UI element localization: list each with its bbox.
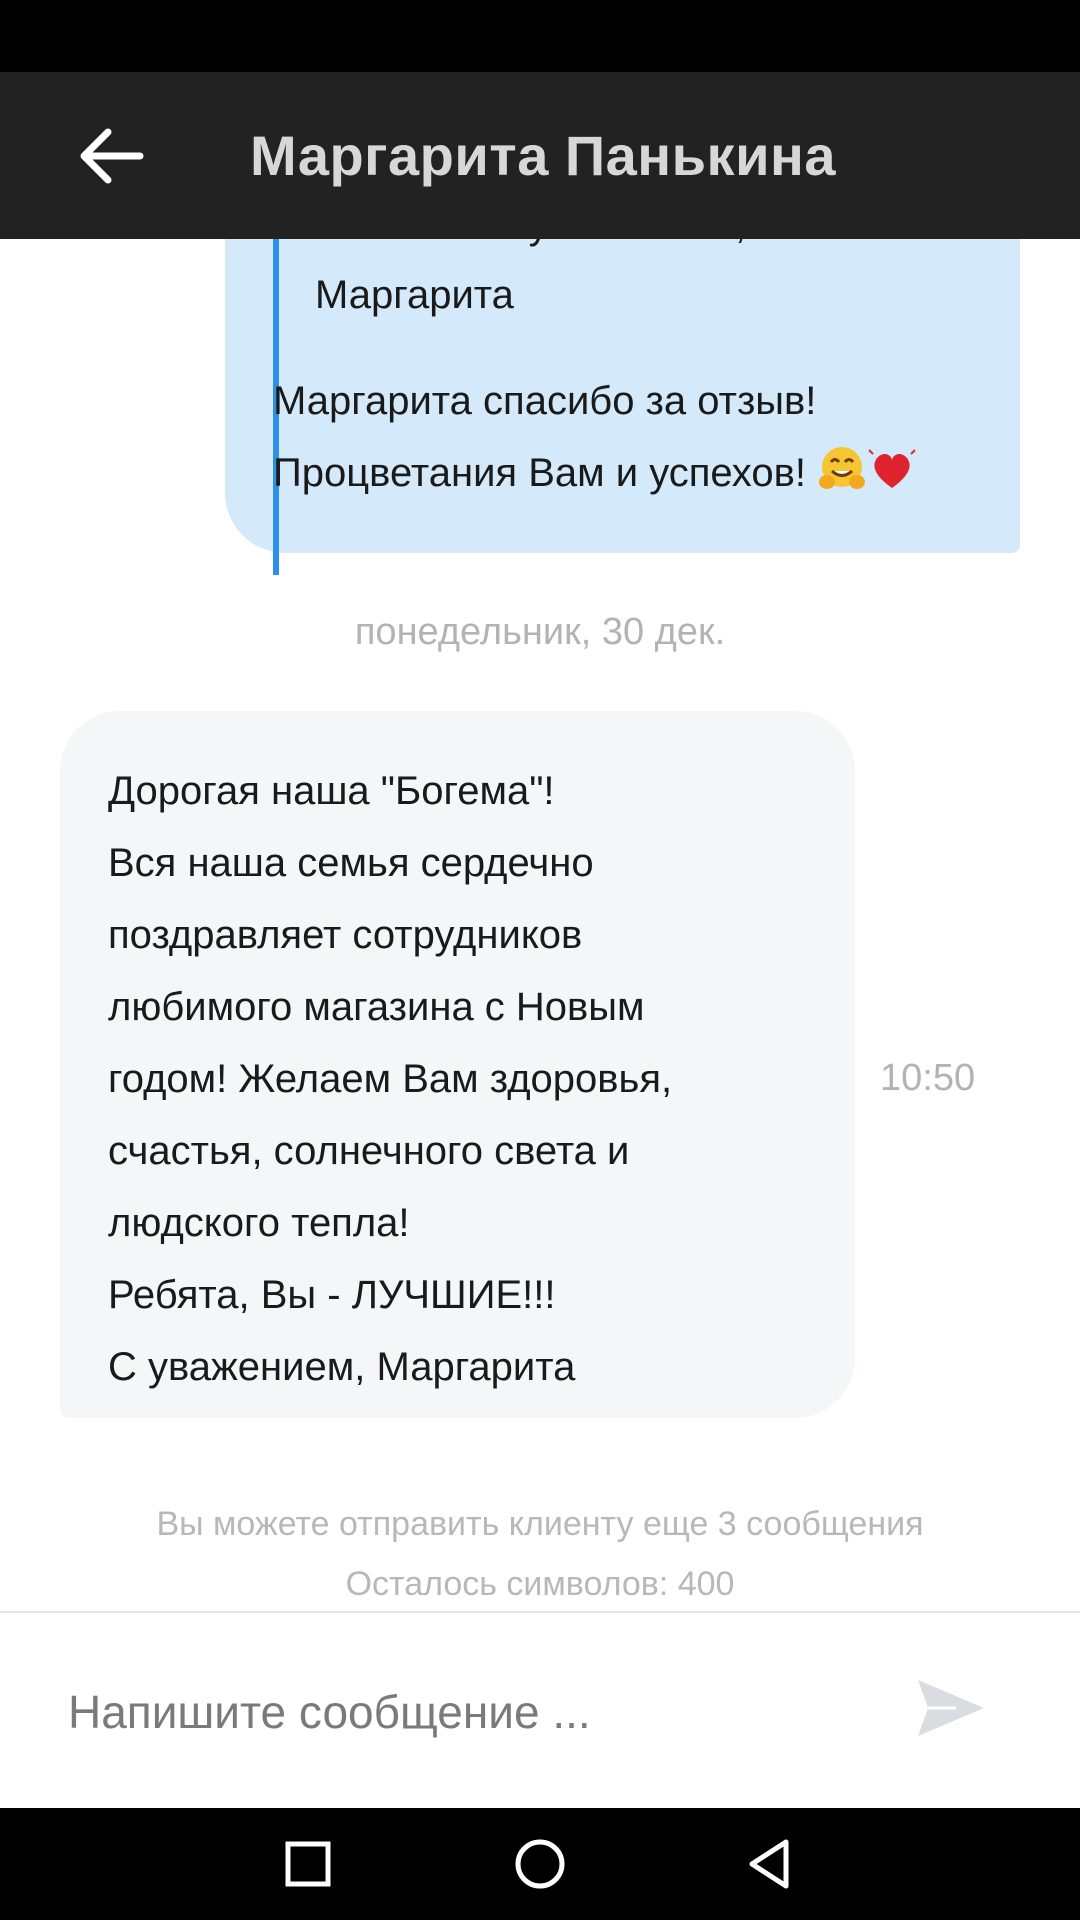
message-input[interactable] <box>66 1661 870 1763</box>
incoming-message-text: Дорогая наша "Богема"! Вся наша семья се… <box>108 755 672 1403</box>
incoming-line: людского тепла! <box>108 1201 410 1245</box>
outgoing-message-text: Маргарита спасибо за отзыв! Процветания … <box>273 365 917 509</box>
chat-history[interactable]: спасибо! С уважением, Маргарита Маргарит… <box>0 239 1080 1611</box>
outgoing-line: Процветания Вам и успехов! <box>273 451 806 495</box>
recents-button[interactable] <box>278 1834 338 1894</box>
status-bar <box>0 0 1080 72</box>
quoted-signature: Маргарита <box>315 273 514 317</box>
outgoing-line: Маргарита спасибо за отзыв! <box>273 379 817 423</box>
chat-title: Маргарита Панькина <box>250 124 836 187</box>
circle-home-icon <box>515 1839 565 1889</box>
nav-back-button[interactable] <box>740 1834 800 1894</box>
back-button[interactable] <box>72 120 152 192</box>
date-separator: понедельник, 30 дек. <box>354 611 726 653</box>
messages-left-text: Вы можете отправить клиенту еще 3 сообще… <box>156 1505 924 1543</box>
send-icon <box>918 1680 984 1736</box>
heart-emoji <box>868 449 916 488</box>
incoming-line: годом! Желаем Вам здоровья, <box>108 1057 673 1101</box>
hugging-face-emoji <box>819 447 866 489</box>
message-time: 10:50 <box>880 1057 976 1099</box>
incoming-line: счастья, солнечного света и <box>108 1129 630 1173</box>
message-limit-info: Вы можете отправить клиенту еще 3 сообще… <box>0 1494 1080 1611</box>
incoming-message-bubble: Дорогая наша "Богема"! Вся наша семья се… <box>60 711 855 1418</box>
chars-left-text: Осталось символов: 400 <box>345 1565 735 1603</box>
incoming-line: любимого магазина с Новым <box>108 985 645 1029</box>
incoming-line: Вся наша семья сердечно <box>108 841 594 885</box>
app-bar: Маргарита Панькина <box>0 72 1080 239</box>
quoted-text-partial: спасибо! С уважением, <box>315 239 746 248</box>
outgoing-line-with-emoji: Процветания Вам и успехов! <box>273 437 917 509</box>
square-recents-icon <box>285 1841 331 1887</box>
home-button[interactable] <box>510 1834 570 1894</box>
send-button[interactable] <box>910 1668 990 1748</box>
incoming-line: Дорогая наша "Богема"! <box>108 769 555 813</box>
system-nav-bar <box>0 1808 1080 1920</box>
triangle-back-icon <box>749 1839 789 1889</box>
composer-bar <box>0 1613 1080 1808</box>
incoming-line: С уважением, Маргарита <box>108 1345 576 1389</box>
incoming-line: поздравляет сотрудников <box>108 913 583 957</box>
incoming-line: Ребята, Вы - ЛУЧШИЕ!!! <box>108 1273 556 1317</box>
arrow-left-icon <box>80 128 144 184</box>
